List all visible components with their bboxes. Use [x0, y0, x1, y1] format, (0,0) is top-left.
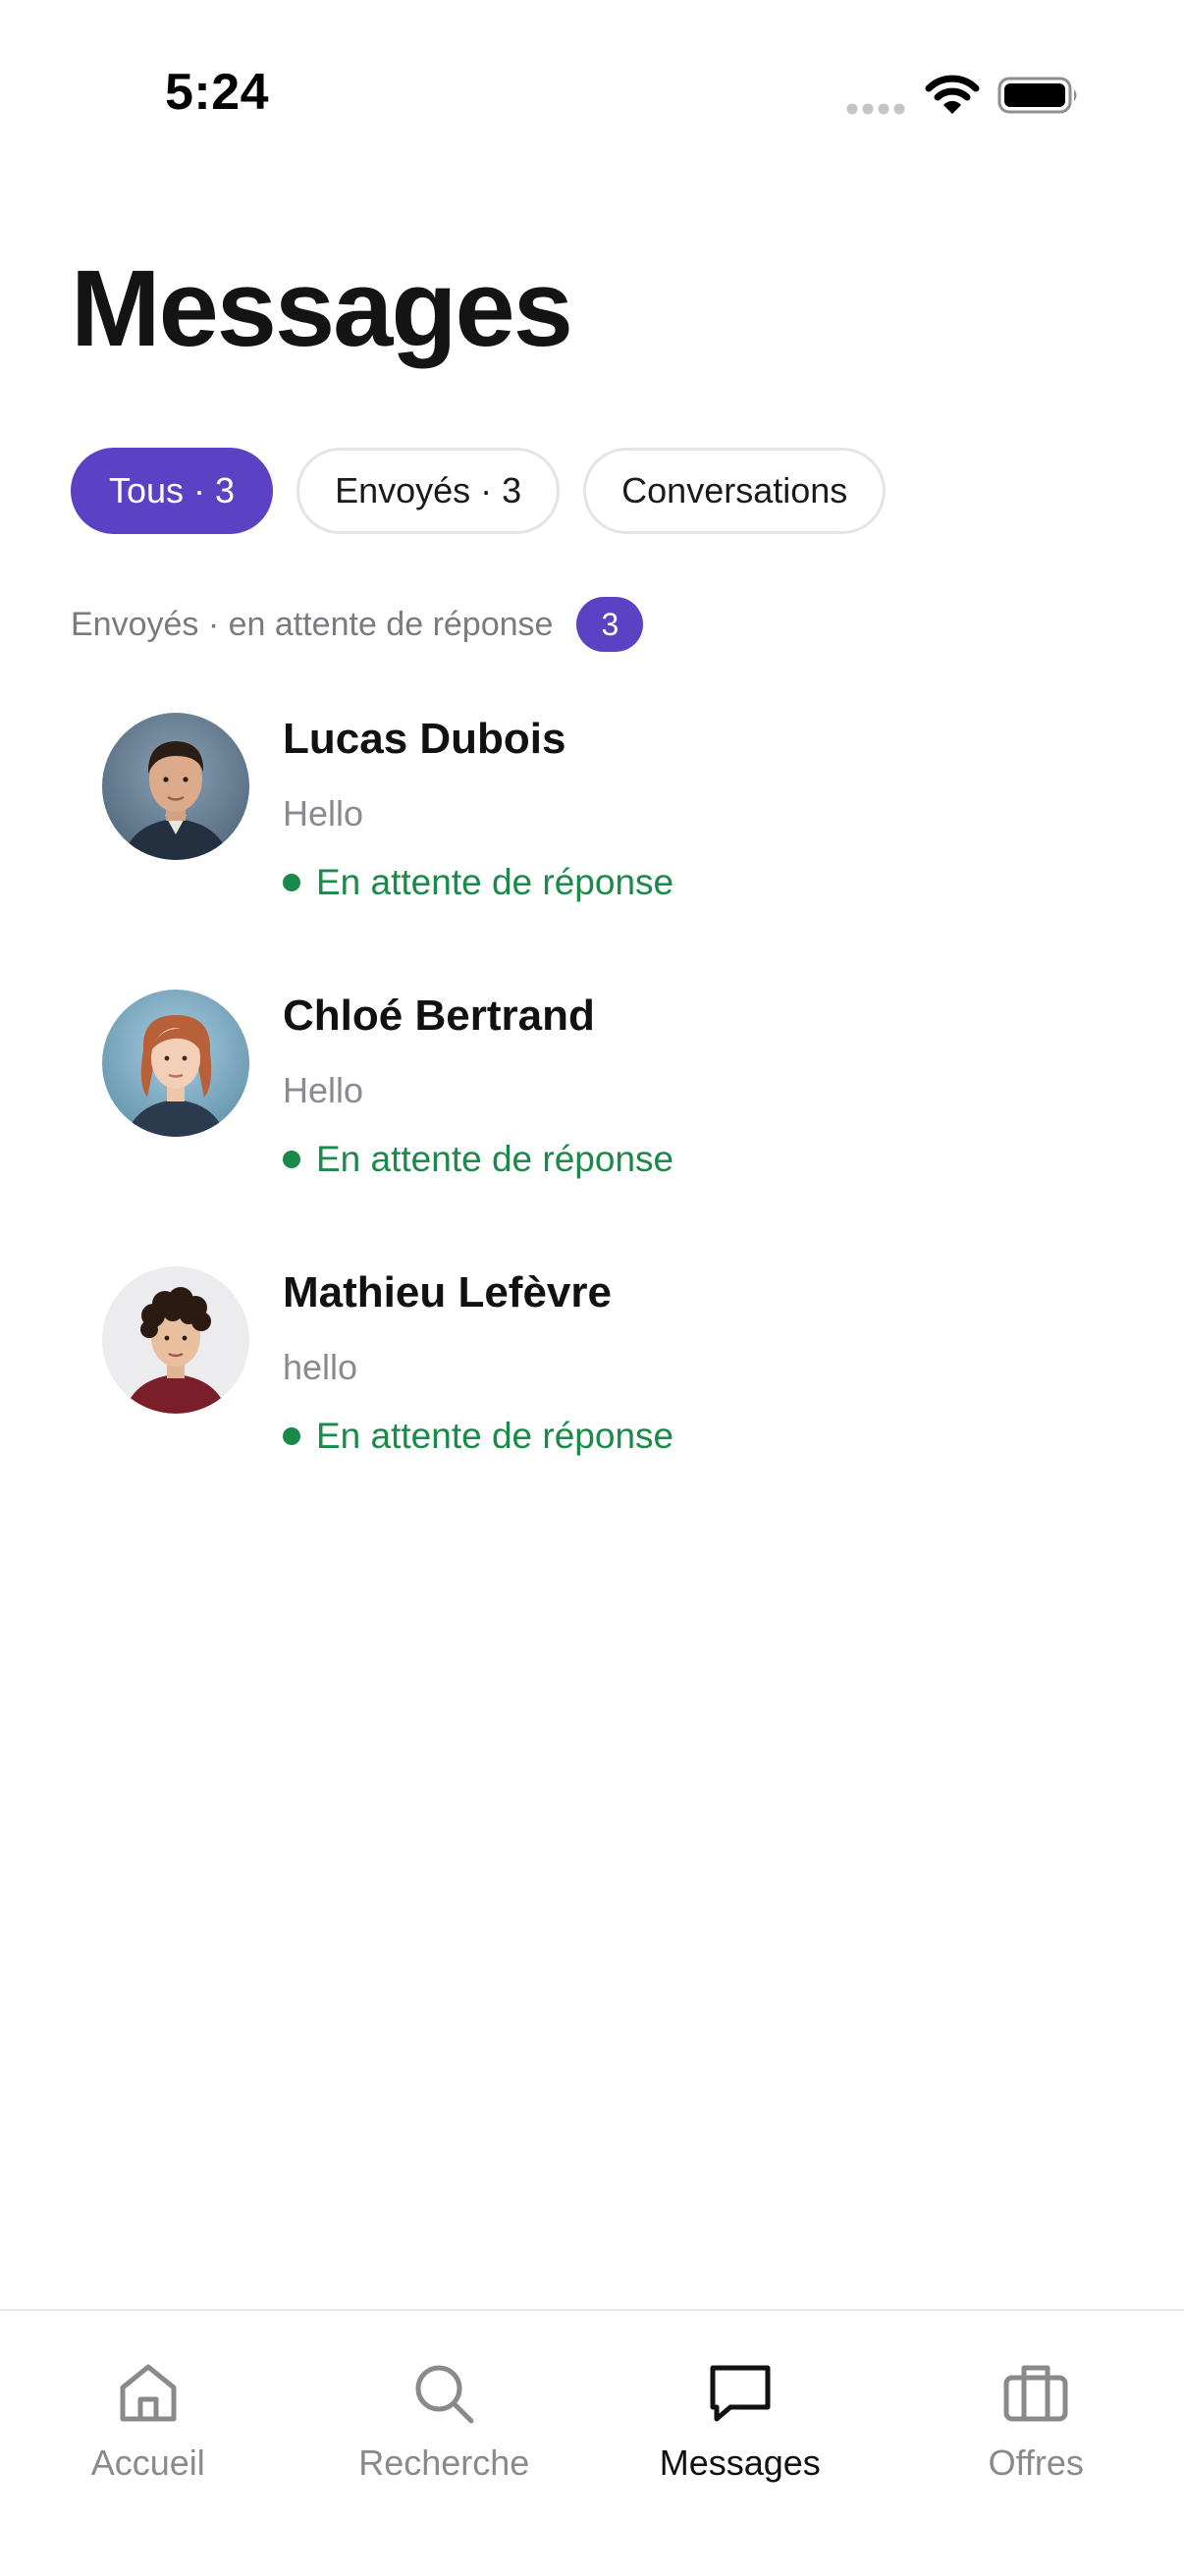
- filter-chip-sent[interactable]: Envoyés · 3: [296, 448, 560, 534]
- wifi-icon: [925, 75, 980, 116]
- status-dot-icon: [283, 1427, 300, 1445]
- tab-accueil[interactable]: Accueil: [0, 2311, 296, 2576]
- status-text: En attente de réponse: [316, 862, 673, 903]
- filter-chip-all[interactable]: Tous · 3: [71, 448, 273, 534]
- message-preview: Hello: [283, 1070, 363, 1111]
- battery-icon: [997, 75, 1080, 116]
- message-status: En attente de réponse: [283, 1416, 673, 1457]
- contact-name: Chloé Bertrand: [283, 992, 595, 1041]
- avatar: [102, 713, 249, 860]
- status-dot-icon: [283, 1151, 300, 1168]
- section-header: Envoyés · en attente de réponse 3: [71, 597, 643, 652]
- tab-label: Offres: [989, 2442, 1084, 2484]
- tab-label: Recherche: [358, 2442, 529, 2484]
- message-preview: Hello: [283, 793, 363, 834]
- tab-bar: Accueil Recherche Messages Offres: [0, 2309, 1184, 2576]
- message-status: En attente de réponse: [283, 1139, 673, 1180]
- tab-label: Messages: [660, 2442, 821, 2484]
- tab-messages[interactable]: Messages: [592, 2311, 888, 2576]
- status-dot-icon: [283, 874, 300, 891]
- contact-name: Lucas Dubois: [283, 715, 566, 764]
- message-item[interactable]: Mathieu Lefèvre hello En attente de répo…: [0, 1261, 1184, 1537]
- tab-offres[interactable]: Offres: [888, 2311, 1184, 2576]
- message-item[interactable]: Lucas Dubois Hello En attente de réponse: [0, 707, 1184, 984]
- message-list: Lucas Dubois Hello En attente de réponse: [0, 707, 1184, 1537]
- page-title: Messages: [71, 245, 571, 373]
- message-icon: [705, 2358, 776, 2429]
- count-badge: 3: [576, 597, 643, 652]
- status-bar: 5:24: [0, 0, 1184, 177]
- briefcase-icon: [1000, 2358, 1071, 2429]
- contact-name: Mathieu Lefèvre: [283, 1268, 612, 1317]
- home-icon: [113, 2358, 184, 2429]
- avatar: [102, 990, 249, 1137]
- status-text: En attente de réponse: [316, 1139, 673, 1180]
- search-icon: [408, 2358, 479, 2429]
- tab-label: Accueil: [91, 2442, 205, 2484]
- status-time: 5:24: [165, 63, 269, 122]
- message-preview: hello: [283, 1347, 357, 1388]
- message-status: En attente de réponse: [283, 862, 673, 903]
- status-text: En attente de réponse: [316, 1416, 673, 1457]
- tab-recherche[interactable]: Recherche: [296, 2311, 593, 2576]
- filter-chips: Tous · 3 Envoyés · 3 Conversations: [71, 448, 886, 534]
- section-label: Envoyés · en attente de réponse: [71, 606, 553, 644]
- filter-chip-conversations[interactable]: Conversations: [583, 448, 886, 534]
- avatar: [102, 1266, 249, 1414]
- cellular-signal-icon: [846, 102, 907, 116]
- message-item[interactable]: Chloé Bertrand Hello En attente de répon…: [0, 984, 1184, 1261]
